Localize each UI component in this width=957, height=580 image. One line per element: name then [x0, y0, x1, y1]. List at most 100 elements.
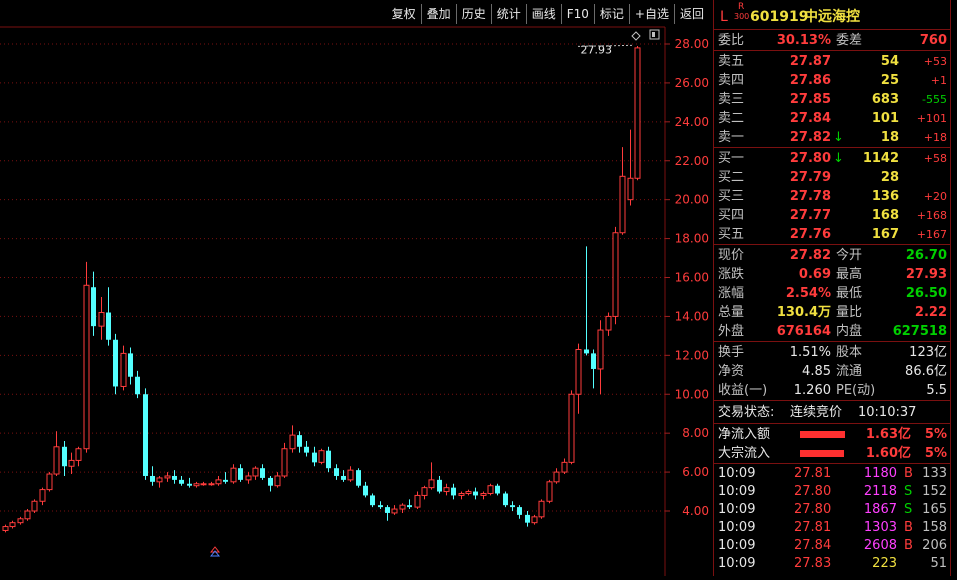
quote-label: 现价 — [718, 248, 745, 263]
tick-price: 27.84 — [794, 538, 832, 553]
toolbar-item[interactable]: 复权 — [386, 4, 421, 24]
toolbar: 复权 叠加 历史 统计 画线 F10 标记 +自选 返回 — [386, 4, 709, 24]
candle-body — [605, 315, 612, 331]
candle-body — [68, 459, 75, 467]
level-price: 27.84 — [789, 111, 831, 126]
toolbar-item[interactable]: +自选 — [628, 4, 674, 24]
candle-body — [597, 329, 604, 370]
candle-body — [575, 348, 582, 395]
tick-row: 10:09 27.80 1867 S 165 — [718, 501, 949, 519]
fundamental-row: 换手 1.51% 股本 123亿 — [718, 343, 949, 362]
flow-pct: 5% — [924, 446, 947, 461]
candle-body — [443, 487, 450, 493]
candle-body — [517, 507, 522, 515]
candle-body — [31, 500, 38, 512]
level-volume: 25 — [880, 73, 899, 88]
candle-body — [39, 489, 46, 502]
level-volume: 683 — [871, 92, 899, 107]
level-volume: 167 — [871, 227, 899, 242]
tick-price: 27.81 — [794, 466, 832, 481]
fund-value: 123亿 — [909, 345, 947, 360]
candle-body — [334, 468, 339, 476]
quote-label: 总量 — [718, 305, 745, 320]
candle-body — [634, 47, 641, 179]
toolbar-item[interactable]: 标记 — [593, 4, 629, 24]
diamond-icon[interactable] — [631, 31, 641, 41]
toolbar-item[interactable]: 统计 — [490, 4, 526, 24]
candle-body — [120, 352, 127, 387]
candle-body — [584, 349, 589, 354]
quote-row: 涨幅 2.54% 最低 26.50 — [718, 284, 949, 303]
quote-label: 最低 — [836, 286, 863, 301]
fund-value: 4.85 — [802, 364, 831, 379]
y-tick-label: 28.00 — [675, 37, 709, 51]
candle-body — [473, 491, 478, 496]
stock-code: 601919 — [750, 9, 809, 25]
candle-body — [172, 475, 177, 480]
fund-label: PE(动) — [836, 383, 876, 398]
kline-chart[interactable]: 28.00 26.00 24.00 22.00 20.00 18.00 16.00 14.00… — [0, 0, 713, 576]
candle-body — [627, 177, 634, 201]
level-price: 27.86 — [789, 73, 831, 88]
y-tick-label: 16.00 — [675, 271, 709, 285]
level-label: 卖三 — [718, 92, 745, 107]
side-strip — [950, 0, 957, 576]
quote-value: 2.54% — [785, 286, 831, 301]
tick-volume: 223 — [872, 556, 897, 571]
ask-row: 卖四 27.86 25 +1 — [718, 71, 949, 90]
candle-body — [487, 485, 494, 494]
level-change: +101 — [916, 112, 947, 125]
toolbar-item[interactable]: 返回 — [673, 4, 709, 24]
toolbar-item[interactable]: 叠加 — [420, 4, 456, 24]
candle-body — [378, 505, 383, 508]
separator — [714, 147, 951, 148]
trade-status-row: 交易状态: 连续竞价 10:10:37 — [718, 403, 949, 422]
candle-body — [46, 473, 53, 491]
level-volume: 18 — [880, 130, 899, 145]
fund-label: 净资 — [718, 364, 745, 379]
candle-body — [619, 175, 626, 234]
tick-time: 10:09 — [718, 538, 756, 553]
candle-body — [347, 469, 354, 481]
tick-price: 27.80 — [794, 502, 832, 517]
level-label: 卖一 — [718, 130, 745, 145]
candle-body — [407, 505, 412, 508]
separator — [714, 50, 951, 51]
candle-body — [208, 483, 215, 486]
fund-value: 86.6亿 — [905, 364, 947, 379]
candle-body — [318, 450, 325, 463]
toolbar-item[interactable]: F10 — [560, 4, 594, 24]
tick-count: 158 — [922, 520, 947, 535]
level-change: +167 — [916, 228, 947, 241]
candle-body — [245, 475, 252, 481]
candle-body — [399, 504, 406, 510]
tick-volume: 2118 — [863, 484, 897, 499]
candle-body — [53, 446, 60, 475]
quote-row: 涨跌 0.69 最高 27.93 — [718, 265, 949, 284]
quote-value: 130.4万 — [776, 305, 831, 320]
order-ratio-label: 委比 — [718, 33, 745, 48]
flow-row: 大宗流入 1.60亿 5% — [718, 444, 949, 463]
toolbar-item[interactable]: 画线 — [525, 4, 561, 24]
y-tick-label: 20.00 — [675, 193, 709, 207]
tick-price: 27.80 — [794, 484, 832, 499]
arrow-down-icon: ↓ — [833, 130, 844, 145]
quote-value: 676164 — [776, 324, 831, 339]
order-diff-label: 委差 — [836, 33, 863, 48]
candle-body — [538, 500, 545, 518]
kline-svg[interactable]: 28.00 26.00 24.00 22.00 20.00 18.00 16.00 14.00… — [0, 0, 713, 576]
separator — [714, 463, 951, 464]
candle-body — [128, 353, 133, 377]
fund-value: 1.51% — [789, 345, 831, 360]
level-price: 27.78 — [789, 189, 831, 204]
tick-time: 10:09 — [718, 520, 756, 535]
toolbar-item[interactable]: 历史 — [455, 4, 491, 24]
level-change: +58 — [923, 152, 947, 165]
tick-side: S — [904, 502, 913, 517]
flow-row: 净流入额 1.63亿 5% — [718, 425, 949, 444]
separator — [714, 244, 951, 245]
tick-time: 10:09 — [718, 502, 756, 517]
tick-volume: 1180 — [863, 466, 897, 481]
level-change: +168 — [916, 209, 947, 222]
candle-body — [414, 494, 421, 508]
